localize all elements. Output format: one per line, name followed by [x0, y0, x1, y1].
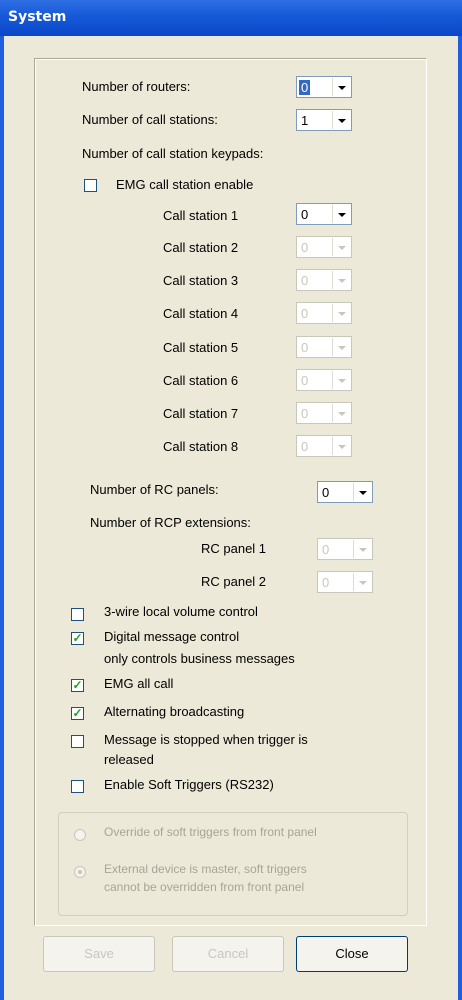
- call-station-8-select: 0: [296, 435, 352, 457]
- call-station-3-select: 0: [296, 269, 352, 291]
- call-station-5-value: 0: [301, 340, 309, 355]
- cancel-button[interactable]: Cancel: [172, 936, 284, 972]
- three-wire-checkbox[interactable]: [71, 608, 84, 621]
- rcp-extensions-label: Number of RCP extensions:: [90, 515, 251, 530]
- emg-call-station-label: EMG call station enable: [116, 177, 254, 192]
- digital-message-label: Digital message control: [104, 629, 240, 644]
- chevron-down-icon[interactable]: [353, 483, 371, 501]
- call-station-1-select[interactable]: 0: [296, 203, 352, 225]
- call-station-4-value: 0: [301, 306, 309, 321]
- digital-message-checkbox[interactable]: [71, 632, 84, 645]
- message-stopped-label: Message is stopped when trigger is: [104, 732, 308, 747]
- call-stations-select[interactable]: 1: [296, 109, 352, 131]
- chevron-down-icon: [353, 540, 371, 558]
- rc-panel-1-select: 0: [317, 538, 373, 560]
- chevron-down-icon[interactable]: [332, 78, 350, 96]
- save-button[interactable]: Save: [43, 936, 155, 972]
- chevron-down-icon: [332, 338, 350, 356]
- override-radio: [74, 829, 86, 841]
- call-station-7-select: 0: [296, 402, 352, 424]
- chevron-down-icon[interactable]: [332, 111, 350, 129]
- call-station-8-label: Call station 8: [163, 439, 239, 454]
- rc-panels-select[interactable]: 0: [317, 481, 373, 503]
- call-station-4-label: Call station 4: [163, 306, 239, 321]
- call-station-7-label: Call station 7: [163, 406, 239, 421]
- digital-message-label-2: only controls business messages: [104, 651, 295, 666]
- rc-panel-1-value: 0: [322, 542, 330, 557]
- chevron-down-icon: [332, 238, 350, 256]
- rc-panel-2-label: RC panel 2: [201, 574, 267, 589]
- call-station-4-select: 0: [296, 302, 352, 324]
- external-master-radio: [74, 866, 86, 878]
- external-master-label: External device is master, soft triggers: [104, 862, 307, 876]
- routers-select[interactable]: 0: [296, 76, 352, 98]
- rc-panels-label: Number of RC panels:: [90, 482, 219, 497]
- call-stations-label: Number of call stations:: [82, 112, 218, 127]
- alternating-label: Alternating broadcasting: [104, 704, 245, 719]
- three-wire-label: 3-wire local volume control: [104, 604, 258, 619]
- chevron-down-icon: [332, 404, 350, 422]
- call-station-2-value: 0: [301, 240, 309, 255]
- call-station-1-value: 0: [301, 207, 309, 222]
- keypads-label: Number of call station keypads:: [82, 146, 264, 161]
- window-title: System: [8, 9, 67, 25]
- title-bar[interactable]: System: [0, 0, 462, 36]
- chevron-down-icon: [332, 437, 350, 455]
- rc-panel-2-value: 0: [322, 575, 330, 590]
- close-button[interactable]: Close: [296, 936, 408, 972]
- call-station-6-value: 0: [301, 373, 309, 388]
- soft-triggers-checkbox[interactable]: [71, 780, 84, 793]
- call-station-3-value: 0: [301, 273, 309, 288]
- alternating-checkbox[interactable]: [71, 707, 84, 720]
- call-station-2-label: Call station 2: [163, 240, 239, 255]
- rc-panel-1-label: RC panel 1: [201, 541, 267, 556]
- routers-label: Number of routers:: [82, 79, 191, 94]
- call-station-5-label: Call station 5: [163, 340, 239, 355]
- call-station-7-value: 0: [301, 406, 309, 421]
- emg-all-call-checkbox[interactable]: [71, 679, 84, 692]
- call-station-1-label: Call station 1: [163, 208, 239, 223]
- call-station-3-label: Call station 3: [163, 273, 239, 288]
- message-stopped-label-2: released: [104, 752, 154, 767]
- chevron-down-icon: [332, 371, 350, 389]
- external-master-label-2: cannot be overridden from front panel: [104, 880, 305, 894]
- routers-value: 0: [299, 80, 311, 95]
- call-station-6-select: 0: [296, 369, 352, 391]
- soft-triggers-label: Enable Soft Triggers (RS232): [104, 777, 274, 792]
- call-station-5-select: 0: [296, 336, 352, 358]
- chevron-down-icon: [332, 271, 350, 289]
- chevron-down-icon: [332, 304, 350, 322]
- chevron-down-icon: [353, 573, 371, 591]
- call-station-2-select: 0: [296, 236, 352, 258]
- emg-call-station-checkbox[interactable]: [84, 179, 97, 192]
- rc-panels-value: 0: [322, 485, 330, 500]
- emg-all-call-label: EMG all call: [104, 676, 174, 691]
- chevron-down-icon[interactable]: [332, 205, 350, 223]
- rc-panel-2-select: 0: [317, 571, 373, 593]
- message-stopped-checkbox[interactable]: [71, 735, 84, 748]
- call-station-8-value: 0: [301, 439, 309, 454]
- call-stations-value: 1: [301, 113, 309, 128]
- override-label: Override of soft triggers from front pan…: [104, 825, 317, 839]
- call-station-6-label: Call station 6: [163, 373, 239, 388]
